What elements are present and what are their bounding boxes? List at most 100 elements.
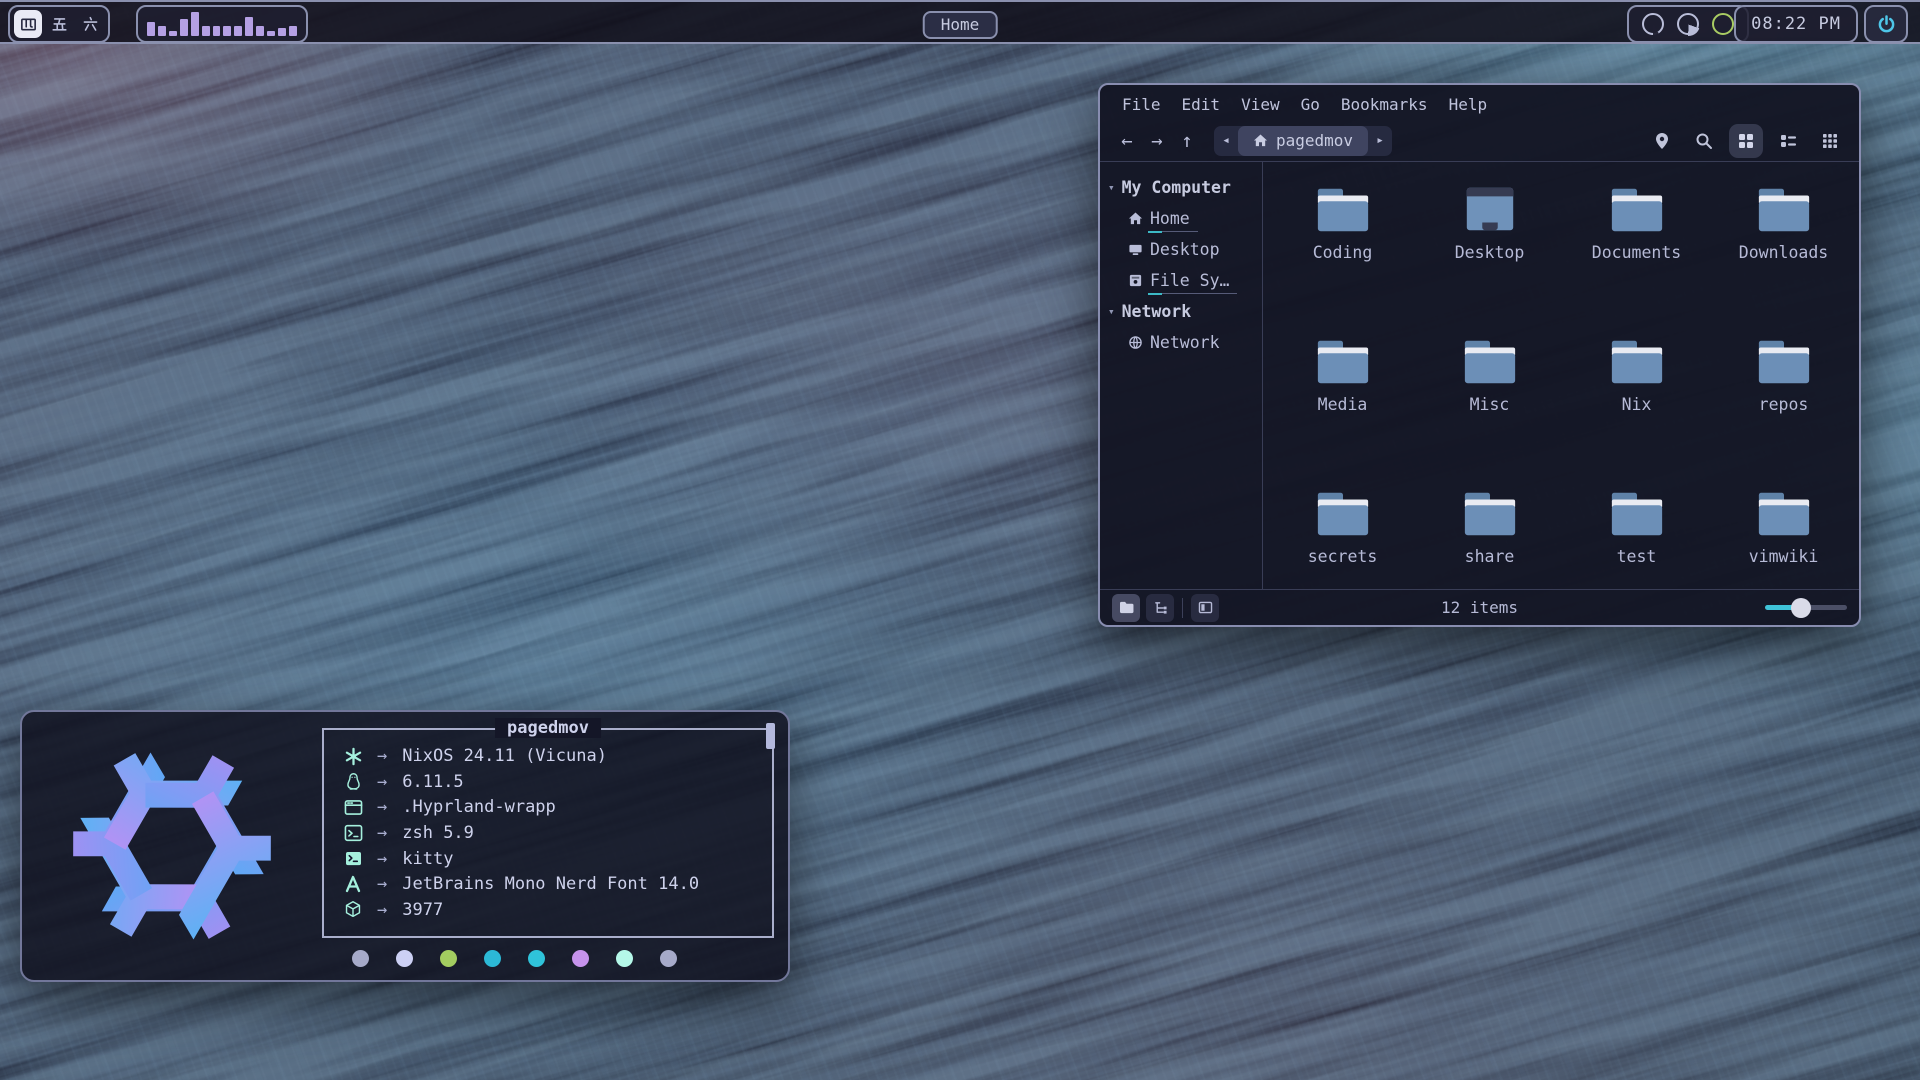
palette-dot bbox=[660, 950, 677, 967]
home-icon bbox=[1128, 211, 1143, 226]
desktop-folder-icon bbox=[1461, 184, 1519, 234]
desktop-icon bbox=[1128, 242, 1143, 257]
path-tab-home[interactable]: pagedmov bbox=[1238, 126, 1368, 156]
folder-tile[interactable]: Misc bbox=[1416, 326, 1563, 478]
fetch-panel: pagedmov → NixOS 24.11 (Vicuna) → bbox=[322, 728, 774, 938]
folder-tile[interactable]: Media bbox=[1269, 326, 1416, 478]
compact-view-icon bbox=[1822, 133, 1838, 149]
back-button[interactable]: ← bbox=[1112, 126, 1142, 156]
audio-visualizer bbox=[136, 5, 308, 43]
forward-button[interactable]: → bbox=[1142, 126, 1172, 156]
path-bar: ◂ pagedmov ▸ bbox=[1214, 126, 1392, 156]
kernel-icon bbox=[345, 772, 362, 791]
palette-dot bbox=[484, 950, 501, 967]
menu-file[interactable]: File bbox=[1122, 95, 1161, 114]
sidebar-toggle-icon bbox=[1198, 601, 1213, 614]
folder-name: Misc bbox=[1470, 395, 1510, 414]
visualizer-bar bbox=[267, 31, 275, 36]
menu-bookmarks[interactable]: Bookmarks bbox=[1341, 95, 1428, 114]
folder-name: Nix bbox=[1622, 395, 1652, 414]
icon-view-button[interactable] bbox=[1729, 124, 1763, 158]
folder-name: Documents bbox=[1592, 243, 1681, 262]
fetch-line-terminal: → kitty bbox=[342, 847, 754, 871]
desktop: Home 08:22 PM File Edit View Go Bookmark… bbox=[0, 0, 1920, 1080]
arrow-icon: → bbox=[377, 849, 387, 869]
path-scroll-left-icon[interactable]: ◂ bbox=[1214, 133, 1238, 148]
file-manager-body: ▾ My Computer Home Desktop bbox=[1100, 162, 1859, 589]
folder-name: share bbox=[1465, 547, 1515, 566]
workspace-6[interactable] bbox=[76, 10, 104, 38]
show-tree-toggle[interactable] bbox=[1146, 594, 1174, 622]
palette-row bbox=[352, 950, 677, 967]
arrow-icon: → bbox=[377, 797, 387, 817]
visualizer-bar bbox=[245, 17, 253, 36]
file-manager-toolbar: ← → ↑ ◂ pagedmov ▸ bbox=[1100, 120, 1859, 162]
terminal-window: pagedmov → NixOS 24.11 (Vicuna) → bbox=[20, 710, 790, 982]
sidebar-item-network[interactable]: Network bbox=[1108, 327, 1258, 358]
power-icon bbox=[1875, 13, 1898, 36]
arrow-icon: → bbox=[377, 874, 387, 894]
menu-help[interactable]: Help bbox=[1449, 95, 1488, 114]
folder-tile[interactable]: repos bbox=[1710, 326, 1857, 478]
folder-name: Desktop bbox=[1455, 243, 1525, 262]
visualizer-bar bbox=[289, 26, 297, 36]
folder-name: repos bbox=[1759, 395, 1809, 414]
folder-tile[interactable]: Documents bbox=[1563, 174, 1710, 326]
visualizer-bar bbox=[191, 12, 199, 36]
workspace-glyph-liu-icon bbox=[81, 15, 100, 34]
visualizer-bar bbox=[256, 26, 264, 36]
sidebar: ▾ My Computer Home Desktop bbox=[1100, 162, 1263, 589]
visualizer-bar bbox=[169, 31, 177, 36]
filesystem-icon bbox=[1128, 273, 1143, 288]
shell-icon bbox=[344, 824, 363, 842]
toggle-sidebar-button[interactable] bbox=[1191, 594, 1219, 622]
wm-icon bbox=[344, 799, 363, 816]
focused-window-title: Home bbox=[923, 11, 998, 39]
search-button[interactable] bbox=[1687, 124, 1721, 158]
list-view-icon bbox=[1780, 133, 1797, 149]
slider-knob[interactable] bbox=[1791, 598, 1811, 618]
visualizer-bar bbox=[278, 28, 286, 36]
folder-tile[interactable]: Coding bbox=[1269, 174, 1416, 326]
status-ring-icon bbox=[1677, 13, 1699, 35]
location-pin-button[interactable] bbox=[1645, 124, 1679, 158]
sidebar-section-network[interactable]: ▾ Network bbox=[1108, 296, 1258, 327]
fetch-hostname: pagedmov bbox=[495, 718, 601, 738]
sidebar-item-home[interactable]: Home bbox=[1108, 203, 1258, 234]
folder-view: Coding Desktop bbox=[1263, 162, 1859, 589]
status-ring-icon bbox=[1642, 13, 1664, 35]
folder-small-icon bbox=[1119, 601, 1134, 614]
workspace-glyph-wu-icon bbox=[50, 15, 69, 34]
folder-tile[interactable]: Nix bbox=[1563, 326, 1710, 478]
grid-view-icon bbox=[1738, 133, 1754, 149]
clock[interactable]: 08:22 PM bbox=[1734, 5, 1858, 43]
workspace-5[interactable] bbox=[45, 10, 73, 38]
list-view-button[interactable] bbox=[1771, 124, 1805, 158]
menu-edit[interactable]: Edit bbox=[1182, 95, 1221, 114]
icon-size-slider[interactable] bbox=[1765, 599, 1847, 617]
terminal-icon bbox=[345, 851, 362, 866]
search-icon bbox=[1695, 132, 1713, 150]
folder-tile[interactable]: Desktop bbox=[1416, 174, 1563, 326]
sidebar-item-filesystem[interactable]: File Sy… bbox=[1108, 265, 1258, 296]
workspace-4[interactable] bbox=[14, 10, 42, 38]
menu-view[interactable]: View bbox=[1241, 95, 1280, 114]
path-scroll-right-icon[interactable]: ▸ bbox=[1368, 133, 1392, 148]
menu-go[interactable]: Go bbox=[1301, 95, 1320, 114]
palette-dot bbox=[396, 950, 413, 967]
sidebar-section-my-computer[interactable]: ▾ My Computer bbox=[1108, 172, 1258, 203]
statusbar-separator bbox=[1182, 598, 1183, 618]
power-button[interactable] bbox=[1864, 5, 1908, 43]
palette-dot bbox=[440, 950, 457, 967]
folder-icon bbox=[1608, 488, 1666, 538]
sidebar-item-desktop[interactable]: Desktop bbox=[1108, 234, 1258, 265]
compact-view-button[interactable] bbox=[1813, 124, 1847, 158]
top-status-bar: Home 08:22 PM bbox=[0, 0, 1920, 44]
file-manager-menubar: File Edit View Go Bookmarks Help bbox=[1100, 85, 1859, 120]
collapse-caret-icon: ▾ bbox=[1108, 305, 1115, 318]
folder-name: secrets bbox=[1308, 547, 1378, 566]
show-folders-toggle[interactable] bbox=[1112, 594, 1140, 622]
folder-tile[interactable]: Downloads bbox=[1710, 174, 1857, 326]
up-button[interactable]: ↑ bbox=[1172, 126, 1202, 156]
folder-icon bbox=[1608, 336, 1666, 386]
